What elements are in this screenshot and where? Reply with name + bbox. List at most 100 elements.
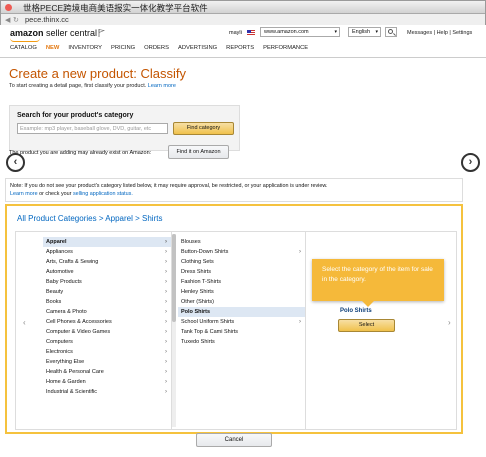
language-select[interactable]: English ▾ — [348, 27, 381, 37]
chevron-right-icon: › — [165, 239, 167, 245]
main-content: Create a new product: Classify To start … — [0, 58, 486, 457]
nav-catalog[interactable]: CATALOG — [10, 45, 37, 51]
category-item-label: Camera & Photo — [46, 309, 87, 315]
category-item[interactable]: Arts, Crafts & Sewing › — [43, 257, 171, 267]
breadcrumb-shirts[interactable]: Shirts — [142, 214, 162, 223]
flag-icon[interactable] — [98, 29, 105, 37]
title-bar: 世格PECE跨境电商美语报实一体化教学平台软件 — [1, 1, 485, 14]
logo-suffix: seller central — [43, 28, 98, 38]
search-label: Search for your product's category — [17, 112, 134, 119]
marketplace-select[interactable]: www.amazon.com ▾ — [260, 27, 340, 37]
category-item[interactable]: Computers › — [43, 337, 171, 347]
category-item-label: Everything Else — [46, 359, 85, 365]
columns-next-arrow[interactable]: › — [448, 318, 451, 327]
nav-advertising[interactable]: ADVERTISING — [178, 45, 217, 51]
us-flag-icon — [247, 30, 255, 35]
chevron-right-icon: › — [165, 349, 167, 355]
category-item-label: Tank Top & Cami Shirts — [181, 329, 239, 335]
find-on-amazon-button[interactable]: Find it on Amazon — [168, 145, 229, 159]
breadcrumb-apparel[interactable]: Apparel — [105, 214, 133, 223]
category-item[interactable]: Henley Shirts — [178, 287, 305, 297]
category-item-label: Blouses — [181, 239, 201, 245]
prev-arrow-button[interactable]: ‹ — [6, 153, 25, 172]
chevron-down-icon: ▾ — [375, 29, 378, 35]
select-button[interactable]: Select — [338, 319, 395, 332]
notice-check-text: or check your — [39, 191, 72, 197]
find-category-button[interactable]: Find category — [173, 122, 234, 135]
category-item-label: Clothing Sets — [181, 259, 214, 265]
category-item[interactable]: Baby Products › — [43, 277, 171, 287]
chevron-right-icon: › — [165, 389, 167, 395]
nav-new[interactable]: NEW — [46, 45, 60, 51]
category-item[interactable]: Clothing Sets — [178, 257, 305, 267]
columns-prev-arrow[interactable]: ‹ — [23, 318, 26, 327]
chevron-right-icon: › — [165, 329, 167, 335]
nav-orders[interactable]: ORDERS — [144, 45, 169, 51]
column-1-scrollbar[interactable] — [172, 234, 176, 427]
nav-reports[interactable]: REPORTS — [226, 45, 254, 51]
scroll-thumb[interactable] — [172, 234, 176, 322]
learn-more-link[interactable]: Learn more — [148, 83, 176, 89]
category-item[interactable]: Fashion T-Shirts — [178, 277, 305, 287]
chevron-down-icon: ▾ — [334, 29, 337, 35]
category-item-label: Automotive — [46, 269, 74, 275]
back-arrow-icon[interactable]: ◀ — [5, 16, 10, 24]
url-text[interactable]: pece.thinx.cc — [25, 15, 69, 24]
next-arrow-button[interactable]: › — [461, 153, 480, 172]
category-item[interactable]: Industrial & Scientific › — [43, 387, 171, 397]
category-item[interactable]: Computer & Video Games › — [43, 327, 171, 337]
category-item[interactable]: Camera & Photo › — [43, 307, 171, 317]
category-item[interactable]: Home & Garden › — [43, 377, 171, 387]
breadcrumb-all-categories[interactable]: All Product Categories — [17, 214, 97, 223]
chevron-right-icon: › — [165, 379, 167, 385]
category-item[interactable]: School Uniform Shirts › — [178, 317, 305, 327]
breadcrumb: All Product Categories > Apparel > Shirt… — [17, 214, 162, 223]
intro-text: To start creating a detail page, first c… — [9, 83, 176, 89]
intro-line: To start creating a detail page, first c… — [9, 83, 147, 89]
category-item-label: Dress Shirts — [181, 269, 211, 275]
category-search-input[interactable]: Example: mp3 player, baseball glove, DVD… — [17, 123, 168, 134]
category-item[interactable]: Electronics › — [43, 347, 171, 357]
category-column-2: Blouses Button-Down Shirts › Clothing Sets D… — [178, 232, 306, 429]
category-item-label: Electronics — [46, 349, 73, 355]
nav-inventory[interactable]: INVENTORY — [68, 45, 102, 51]
page-title: Create a new product: Classify — [9, 66, 187, 81]
category-item[interactable]: Dress Shirts — [178, 267, 305, 277]
nav-performance[interactable]: PERFORMANCE — [263, 45, 308, 51]
category-item[interactable]: Polo Shirts — [178, 307, 305, 317]
seller-header: amazon seller central mayli www.amazon.c… — [0, 25, 486, 58]
category-item[interactable]: Other (Shirts) — [178, 297, 305, 307]
chevron-right-icon: › — [299, 319, 301, 325]
category-item[interactable]: Health & Personal Care › — [43, 367, 171, 377]
category-item[interactable]: Cell Phones & Accessories › — [43, 317, 171, 327]
nav-pricing[interactable]: PRICING — [111, 45, 135, 51]
category-item[interactable]: Button-Down Shirts › — [178, 247, 305, 257]
messages-link[interactable]: Messages — [407, 30, 432, 36]
chevron-right-icon: › — [165, 279, 167, 285]
category-item[interactable]: Beauty › — [43, 287, 171, 297]
category-item[interactable]: Everything Else › — [43, 357, 171, 367]
category-item-label: Health & Personal Care — [46, 369, 104, 375]
chevron-right-icon: › — [165, 369, 167, 375]
search-icon — [388, 29, 393, 34]
header-search-button[interactable] — [385, 27, 397, 37]
cancel-button[interactable]: Cancel — [196, 433, 272, 447]
amazon-logo[interactable]: amazon seller central — [10, 28, 98, 42]
category-item[interactable]: Tank Top & Cami Shirts — [178, 327, 305, 337]
category-item[interactable]: Books › — [43, 297, 171, 307]
category-item[interactable]: Apparel › — [43, 237, 171, 247]
category-item[interactable]: Blouses — [178, 237, 305, 247]
close-window-button[interactable] — [5, 4, 12, 11]
application-status-link[interactable]: selling application status. — [73, 191, 133, 197]
chevron-right-icon: › — [165, 289, 167, 295]
selected-category-title: Polo Shirts — [340, 308, 372, 314]
notice-learn-more-link[interactable]: Learn more — [10, 191, 38, 197]
category-item[interactable]: Automotive › — [43, 267, 171, 277]
reload-icon[interactable]: ↻ — [13, 16, 19, 24]
category-item[interactable]: Appliances › — [43, 247, 171, 257]
help-link[interactable]: Help — [437, 30, 448, 36]
settings-link[interactable]: Settings — [452, 30, 472, 36]
category-item[interactable]: Tuxedo Shirts — [178, 337, 305, 347]
category-item-label: Industrial & Scientific — [46, 389, 98, 395]
chevron-right-icon: › — [299, 249, 301, 255]
